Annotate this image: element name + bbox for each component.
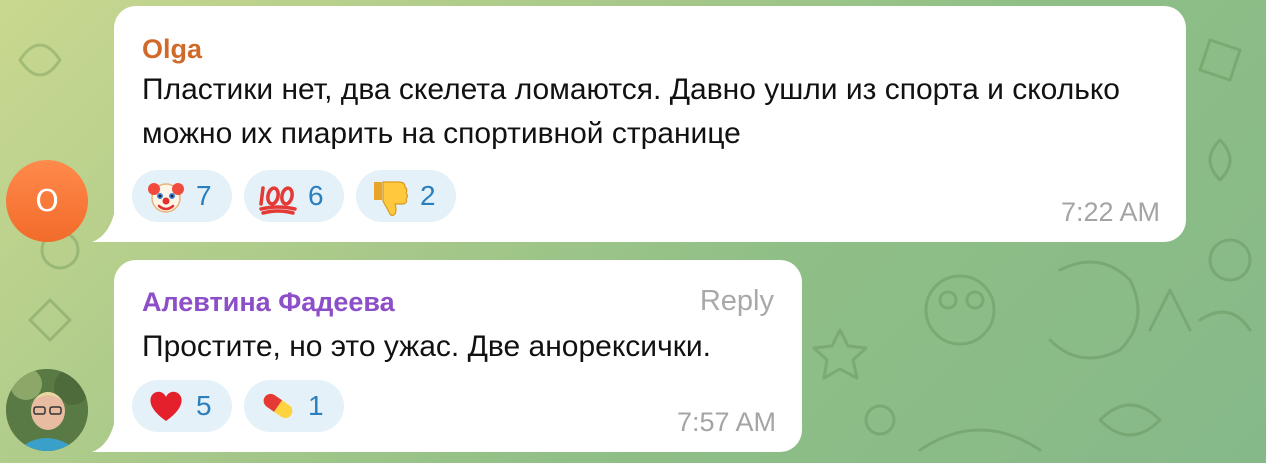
reaction-chip[interactable]: 7 [132, 170, 232, 222]
reaction-chip[interactable]: 2 [356, 170, 456, 222]
reaction-count: 1 [308, 390, 324, 421]
avatar-photo [6, 369, 88, 451]
sender-name[interactable]: Алевтина Фадеева [142, 287, 395, 318]
reaction-count: 6 [308, 180, 324, 211]
message-bubble[interactable]: Olga Пластики нет, два скелета ломаются.… [114, 6, 1186, 242]
clown-face-icon [148, 183, 184, 213]
red-heart-icon [150, 391, 182, 421]
hundred-points-icon [259, 186, 297, 215]
message-bubble[interactable]: Алевтина Фадеева Reply Простите, но это … [114, 260, 802, 452]
reply-button[interactable]: Reply [700, 285, 774, 318]
reaction-count: 7 [196, 180, 212, 211]
message-timestamp: 7:57 AM [676, 407, 776, 437]
reactions-bar: 7 6 2 [132, 170, 456, 222]
pill-icon [263, 393, 293, 419]
avatar-letter: O [35, 183, 59, 219]
reaction-chip[interactable]: 1 [244, 380, 344, 432]
thumbs-down-icon [374, 181, 409, 216]
reactions-bar: 5 1 [132, 380, 344, 432]
sender-name[interactable]: Olga [142, 34, 202, 65]
reaction-count: 5 [196, 390, 212, 421]
message-text: Пластики нет, два скелета ломаются. Давн… [142, 73, 1120, 150]
message-text: Простите, но это ужас. Две анорексички. [142, 330, 711, 363]
avatar[interactable] [6, 369, 88, 451]
avatar[interactable]: O [6, 160, 88, 242]
reaction-chip[interactable]: 5 [132, 380, 232, 432]
message-timestamp: 7:22 AM [1060, 197, 1160, 227]
reaction-count: 2 [420, 180, 436, 211]
reaction-chip[interactable]: 6 [244, 170, 344, 222]
